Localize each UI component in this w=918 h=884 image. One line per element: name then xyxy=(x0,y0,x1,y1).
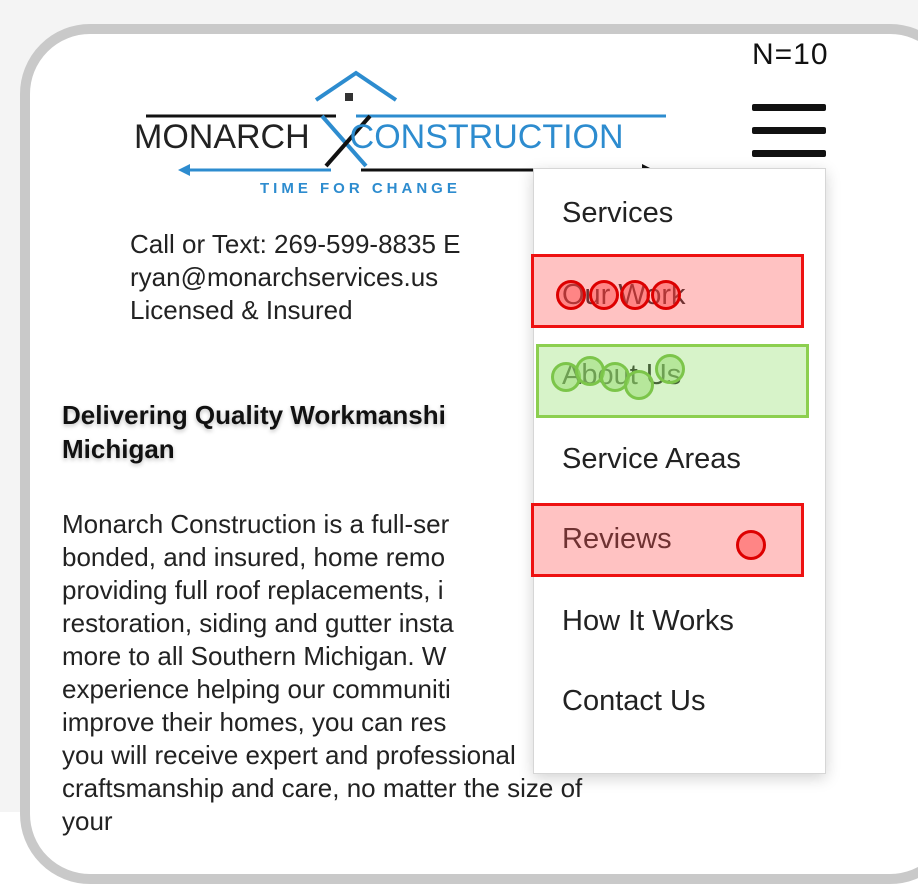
licensed-text: Licensed & Insured xyxy=(130,295,353,325)
click-dot xyxy=(620,280,650,310)
headline-line-2: Michigan xyxy=(62,434,175,464)
hamburger-bar xyxy=(752,150,826,157)
sample-count-label: N=10 xyxy=(752,38,829,71)
menu-item-service-areas[interactable]: Service Areas xyxy=(562,443,741,476)
click-dot xyxy=(624,370,654,400)
menu-item-contact-us[interactable]: Contact Us xyxy=(562,685,705,718)
headline-line-1: Delivering Quality Workmanshi xyxy=(62,400,446,430)
menu-item-services[interactable]: Services xyxy=(562,197,673,230)
contact-info: Call or Text: 269-599-8835 E ryan@monarc… xyxy=(130,228,461,327)
logo-tagline: TIME FOR CHANGE xyxy=(260,180,461,197)
logo-text-monarch: MONARCH xyxy=(134,118,310,156)
hamburger-menu-icon[interactable] xyxy=(752,104,826,160)
hamburger-bar xyxy=(752,127,826,134)
hamburger-bar xyxy=(752,104,826,111)
click-dot xyxy=(556,280,586,310)
click-dot xyxy=(736,530,766,560)
logo-wordmark: MONARCH CONSTRUCTION xyxy=(134,118,624,157)
page-headline: Delivering Quality Workmanshi Michigan xyxy=(62,398,542,466)
click-dot xyxy=(655,354,685,384)
logo-text-construction: CONSTRUCTION xyxy=(349,118,624,156)
click-dot xyxy=(651,280,681,310)
menu-item-how-it-works[interactable]: How It Works xyxy=(562,605,734,638)
phone-text[interactable]: Call or Text: 269-599-8835 E xyxy=(130,228,461,261)
email-text[interactable]: ryan@monarchservices.us xyxy=(130,261,461,294)
click-dot xyxy=(589,280,619,310)
